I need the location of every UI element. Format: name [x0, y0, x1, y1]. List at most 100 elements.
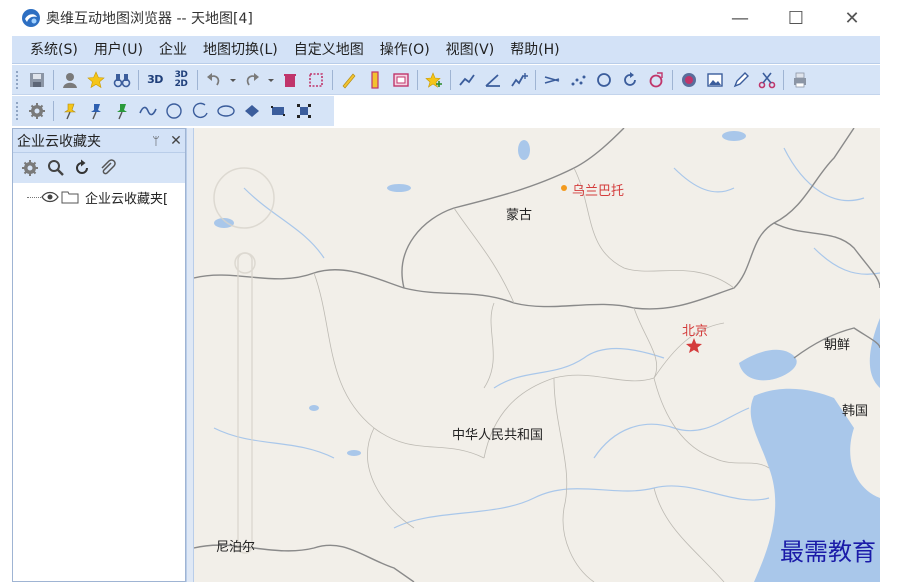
pushpin-blue-icon — [91, 104, 101, 120]
map-view[interactable]: 乌兰巴托 蒙古 北京 朝鲜 韩国 中华人民共和国 尼泊尔 — [194, 128, 880, 582]
menu-custom-map[interactable]: 自定义地图 — [286, 36, 372, 64]
draw-curve-button[interactable] — [137, 100, 159, 122]
pin-panel-button[interactable]: ᛘ — [147, 134, 165, 148]
redo-icon — [246, 72, 259, 85]
panel-attach-button[interactable] — [97, 157, 119, 179]
user-button[interactable] — [59, 69, 81, 91]
search-poi-button[interactable] — [111, 69, 133, 91]
trash-icon — [284, 73, 296, 87]
toolbar-separator — [138, 69, 139, 90]
undo-icon — [207, 72, 220, 85]
convert-button[interactable] — [645, 69, 667, 91]
edit-button[interactable] — [730, 69, 752, 91]
map-label-mongolia: 蒙古 — [506, 208, 533, 223]
redo-button[interactable] — [241, 69, 263, 91]
pin-blue-button[interactable] — [85, 100, 107, 122]
refresh-icon — [76, 159, 88, 174]
toolbar-grip[interactable] — [15, 69, 20, 90]
pin-yellow-button[interactable] — [59, 100, 81, 122]
merge-track-button[interactable] — [541, 69, 563, 91]
merge-icon — [544, 75, 560, 84]
menu-view[interactable]: 视图(V) — [438, 36, 503, 64]
circle-arrow-icon — [649, 71, 663, 87]
draw-diamond-button[interactable] — [241, 100, 263, 122]
user-icon — [63, 72, 77, 88]
menu-system[interactable]: 系统(S) — [12, 36, 86, 64]
draw-line-button[interactable] — [338, 69, 360, 91]
redo-dropdown[interactable] — [267, 69, 275, 91]
image-button[interactable] — [704, 69, 726, 91]
draw-polyline-button[interactable] — [456, 69, 478, 91]
close-panel-button[interactable]: ✕ — [167, 133, 185, 149]
close-button[interactable]: ✕ — [824, 0, 880, 36]
add-marker-button[interactable] — [423, 69, 445, 91]
edit-track-button[interactable] — [508, 69, 530, 91]
eye-icon[interactable] — [41, 190, 59, 204]
3d-2d-toggle-button[interactable]: 3D 2D — [170, 69, 192, 91]
arc-icon — [192, 102, 208, 119]
draw-rectangle-button[interactable] — [267, 100, 289, 122]
panel-settings-button[interactable] — [19, 157, 41, 179]
panel-search-button[interactable] — [45, 157, 67, 179]
dots-icon — [571, 75, 586, 85]
chevron-down-icon — [268, 78, 274, 82]
select-rect-button[interactable] — [305, 69, 327, 91]
select-points-button[interactable] — [293, 100, 315, 122]
minimize-button[interactable]: — — [712, 0, 768, 36]
scissors-icon — [758, 72, 776, 88]
3d-label: 3D — [147, 73, 163, 86]
node-select-icon — [297, 104, 311, 118]
menu-enterprise[interactable]: 企业 — [151, 36, 195, 64]
gear-icon — [22, 160, 38, 176]
edit-pen-icon — [733, 71, 749, 87]
menu-operation[interactable]: 操作(O) — [372, 36, 438, 64]
draw-arc-button[interactable] — [189, 100, 211, 122]
diamond-icon — [245, 105, 259, 117]
floppy-icon — [30, 72, 44, 87]
layer-button[interactable] — [678, 69, 700, 91]
favorites-panel: 企业云收藏夹 ᛘ ✕ 企业云收藏夹[ — [12, 128, 186, 582]
circle-icon — [597, 72, 611, 87]
toolbar-separator — [535, 69, 536, 90]
menu-bar: 系统(S) 用户(U) 企业 地图切换(L) 自定义地图 操作(O) 视图(V)… — [12, 36, 880, 64]
pin-green-button[interactable] — [111, 100, 133, 122]
points-button[interactable] — [567, 69, 589, 91]
map-label-beijing: 北京 — [682, 324, 709, 339]
menu-map-switch[interactable]: 地图切换(L) — [195, 36, 286, 64]
toolbar-separator — [450, 69, 451, 90]
3d-button[interactable]: 3D — [144, 69, 166, 91]
favorite-button[interactable] — [85, 69, 107, 91]
draw-circle-shape-button[interactable] — [163, 100, 185, 122]
panel-refresh-button[interactable] — [71, 157, 93, 179]
ruler-button[interactable] — [364, 69, 386, 91]
draw-circle-button[interactable] — [593, 69, 615, 91]
toolbar-grip[interactable] — [15, 101, 20, 121]
save-button[interactable] — [26, 69, 48, 91]
print-button[interactable] — [789, 69, 811, 91]
ulaanbaatar-marker — [561, 185, 567, 191]
panel-splitter[interactable] — [186, 128, 194, 582]
undo-dropdown[interactable] — [229, 69, 237, 91]
undo-button[interactable] — [203, 69, 225, 91]
angle-icon — [485, 73, 500, 87]
toolbar-separator — [332, 69, 333, 90]
map-label-ulaanbaatar: 乌兰巴托 — [572, 184, 625, 199]
map-canvas — [194, 128, 880, 582]
settings-button[interactable] — [26, 100, 48, 122]
maximize-button[interactable]: ☐ — [768, 0, 824, 36]
cut-button[interactable] — [756, 69, 778, 91]
draw-angle-button[interactable] — [482, 69, 504, 91]
tree-item[interactable]: 企业云收藏夹[ — [13, 186, 185, 208]
ellipse-icon — [217, 105, 235, 117]
track-edit-icon — [511, 72, 528, 86]
delete-button[interactable] — [279, 69, 301, 91]
rotate-button[interactable] — [619, 69, 641, 91]
window-title: 奥维互动地图浏览器 -- 天地图[4] — [46, 11, 253, 27]
screenshot-button[interactable] — [390, 69, 412, 91]
map-label-china: 中华人民共和国 — [452, 428, 544, 443]
menu-help[interactable]: 帮助(H) — [502, 36, 567, 64]
toolbar-separator — [53, 101, 54, 121]
draw-ellipse-button[interactable] — [215, 100, 237, 122]
menu-user[interactable]: 用户(U) — [86, 36, 151, 64]
polyline-icon — [459, 73, 475, 86]
